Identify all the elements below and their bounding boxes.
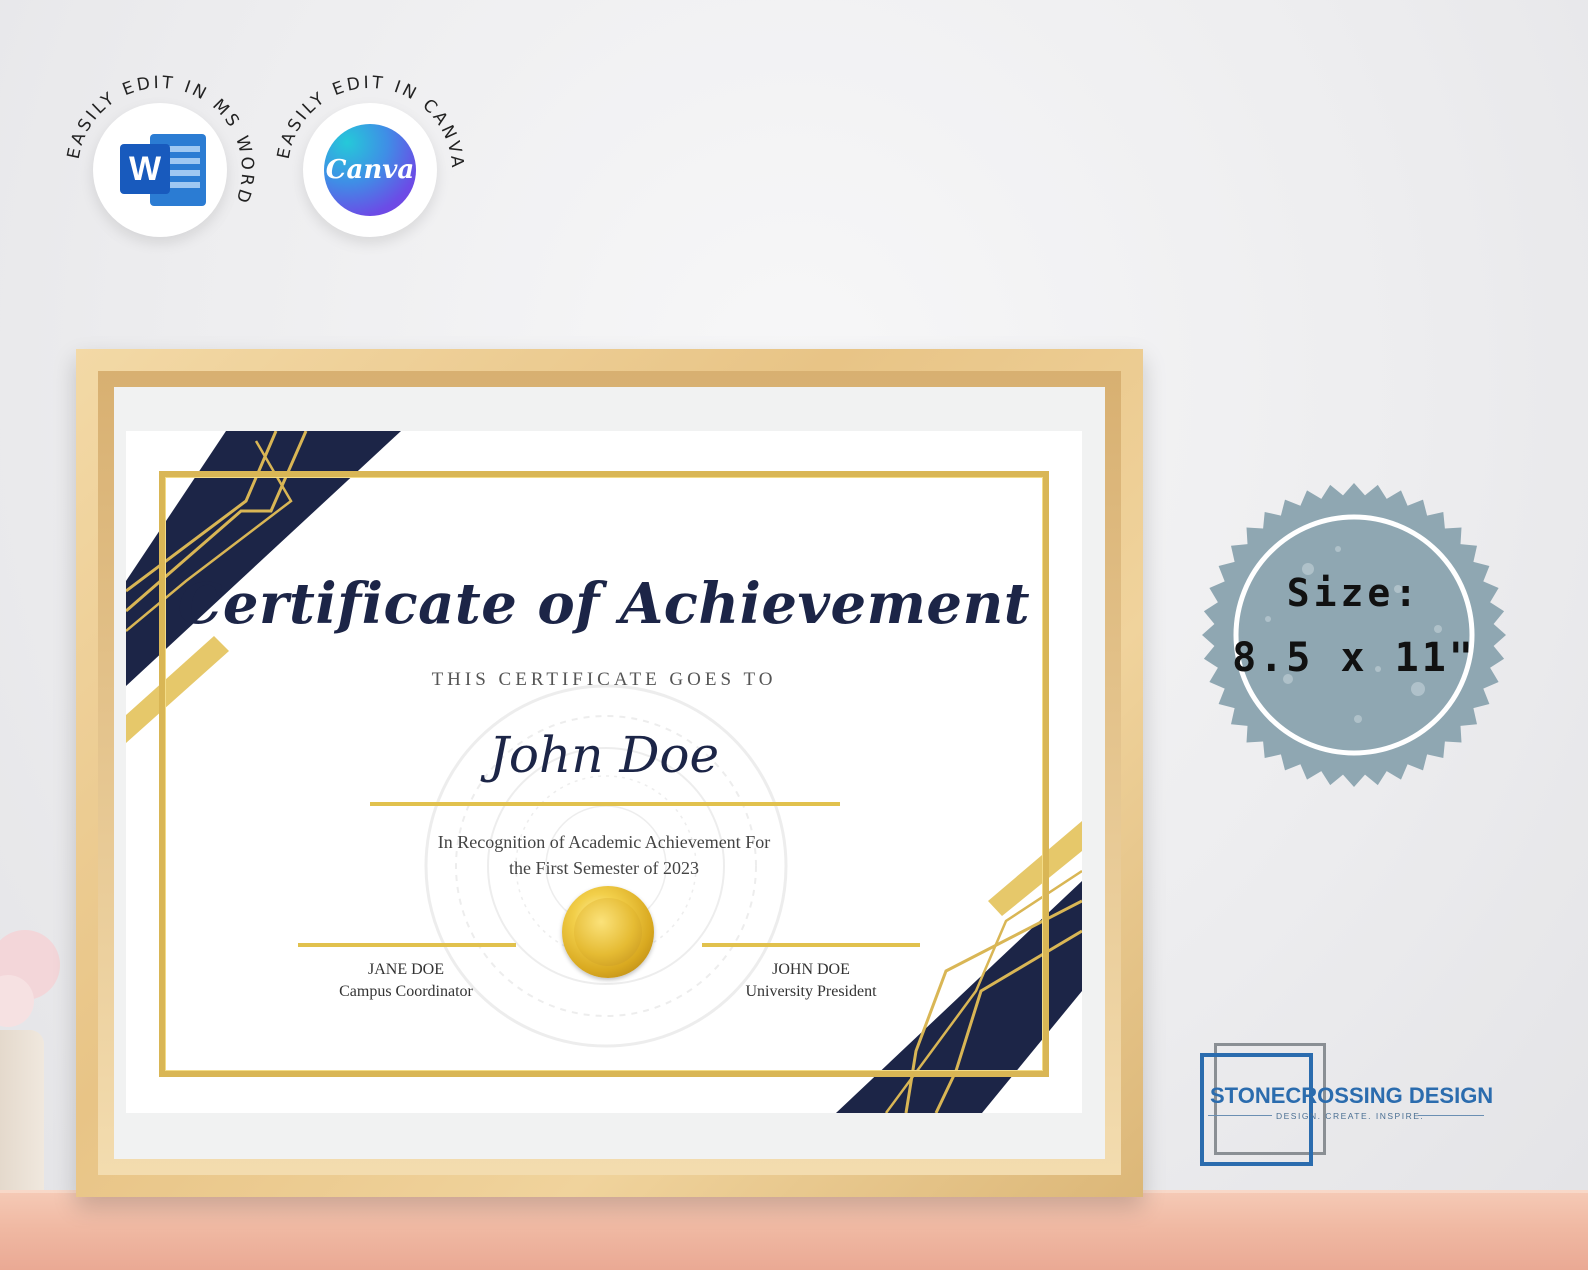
canva-icon: Canva [324,124,416,216]
logo-name: STONECROSSING DESIGN [1210,1083,1494,1108]
logo-rule-right [1418,1115,1484,1116]
signer-right-role: University President [745,983,877,1000]
recognition-text: In Recognition of Academic Achievement F… [126,829,1082,881]
signer-left: JANE DOE Campus Coordinator [276,959,536,1003]
svg-text:W: W [129,150,162,188]
size-value: 8.5 x 11" [1232,635,1476,681]
ms-word-badge: EASILY EDIT IN MS WORD W [60,70,260,270]
logo-rule-left [1208,1115,1272,1116]
gold-seal [562,886,654,978]
signature-line-right [702,943,920,947]
signer-right-name: JOHN DOE [772,961,850,978]
name-underline [370,802,840,806]
size-stamp: Size: 8.5 x 11" [1198,479,1510,791]
stonecrossing-logo: STONECROSSING DESIGN DESIGN. CREATE. INS… [1200,1043,1494,1173]
signer-right: JOHN DOE University President [681,959,941,1003]
logo-tagline: DESIGN. CREATE. INSPIRE. [1276,1111,1425,1121]
recognition-line-1: In Recognition of Academic Achievement F… [437,832,771,852]
signature-line-left [298,943,516,947]
table-surface [0,1193,1588,1270]
picture-frame: Certificate of Achievement THIS CERTIFIC… [76,349,1143,1197]
recipient-name: John Doe [488,726,720,784]
vase-decoration [0,1030,44,1196]
canva-badge: EASILY EDIT IN CANVA Canva [270,70,470,270]
gold-seal-inner [574,898,642,966]
certificate: Certificate of Achievement THIS CERTIFIC… [126,431,1082,1113]
logo-square-blue [1200,1053,1313,1166]
canva-icon-label: Canva [325,155,415,185]
recognition-line-2: the First Semester of 2023 [509,858,699,878]
signer-left-name: JANE DOE [368,961,444,978]
certificate-title: Certificate of Achievement [177,571,1031,637]
size-label: Size: [1286,571,1422,615]
ms-word-icon: W [120,128,210,212]
certificate-subtitle: THIS CERTIFICATE GOES TO [431,669,777,690]
signer-left-role: Campus Coordinator [339,983,473,1000]
